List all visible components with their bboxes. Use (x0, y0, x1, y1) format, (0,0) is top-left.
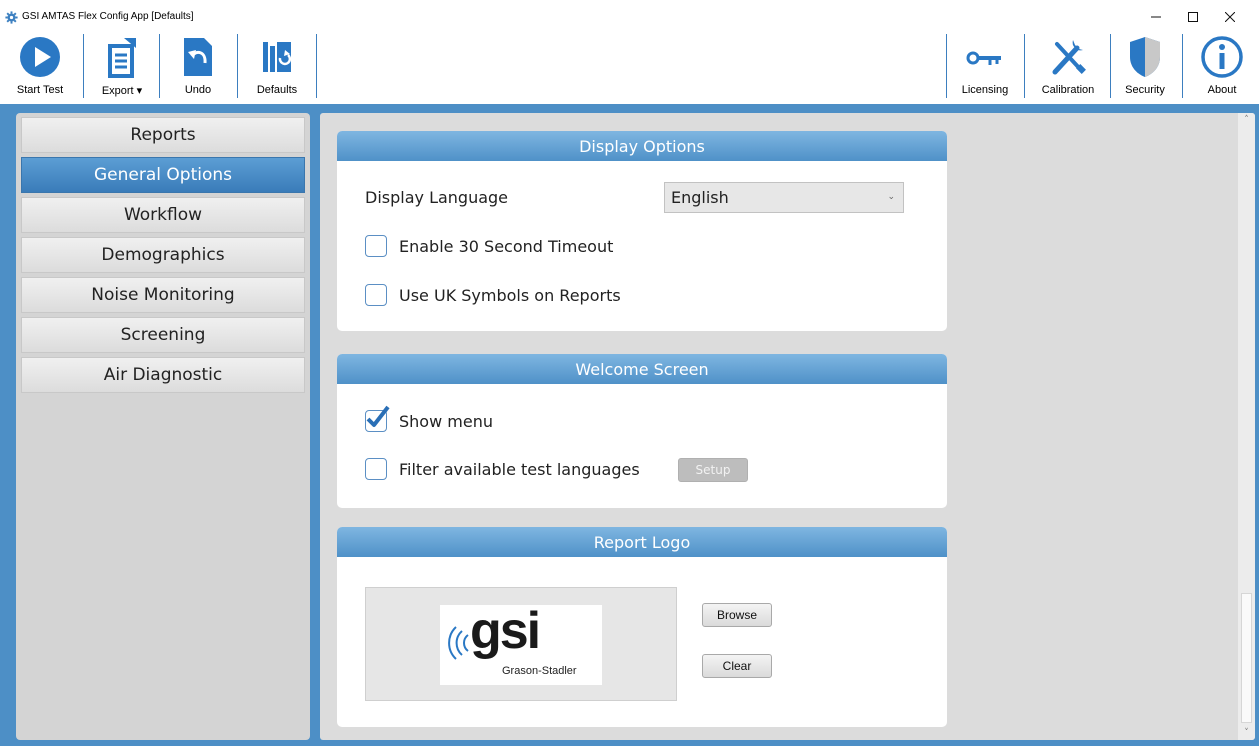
about-button[interactable]: About (1190, 32, 1254, 104)
toolbar-divider (159, 34, 160, 98)
start-test-label: Start Test (16, 84, 64, 96)
timeout-checkbox[interactable] (365, 235, 387, 257)
select-value: English (671, 188, 729, 207)
undo-label: Undo (184, 84, 212, 96)
toolbar: Start Test Export ▾ Undo Defaults Licens… (0, 32, 1259, 104)
tools-icon (1052, 40, 1086, 75)
setup-button[interactable]: Setup (678, 458, 748, 482)
maximize-button[interactable] (1179, 6, 1207, 28)
toolbar-divider (1182, 34, 1183, 98)
panel-header: Welcome Screen (337, 354, 947, 384)
sidebar-item-demographics[interactable]: Demographics (21, 237, 305, 273)
maximize-icon (1188, 12, 1198, 22)
vertical-scrollbar[interactable]: ˄ ˅ (1238, 113, 1255, 740)
filter-languages-label: Filter available test languages (399, 460, 640, 479)
export-icon (108, 38, 136, 78)
sidebar-item-noise-monitoring[interactable]: Noise Monitoring (21, 277, 305, 313)
about-label: About (1207, 84, 1237, 96)
uk-symbols-label: Use UK Symbols on Reports (399, 286, 621, 305)
display-language-label: Display Language (365, 188, 509, 207)
report-logo-panel: Report Logo gsi Grason-Stadler Browse Cl… (337, 527, 947, 727)
security-label: Security (1125, 84, 1165, 96)
calibration-label: Calibration (1041, 84, 1095, 96)
sidebar-item-workflow[interactable]: Workflow (21, 197, 305, 233)
undo-icon (184, 38, 212, 76)
scroll-up-icon[interactable]: ˄ (1238, 113, 1255, 127)
sidebar-item-reports[interactable]: Reports (21, 117, 305, 153)
close-button[interactable] (1216, 6, 1244, 28)
sidebar-item-general-options[interactable]: General Options (21, 157, 305, 193)
calibration-button[interactable]: Calibration (1030, 32, 1106, 104)
filter-languages-checkbox[interactable] (365, 458, 387, 480)
play-icon (20, 37, 60, 77)
content-pane: Display Options Display Language English… (320, 113, 1255, 740)
timeout-label: Enable 30 Second Timeout (399, 237, 614, 256)
show-menu-checkbox[interactable] (365, 405, 390, 432)
shield-icon (1130, 37, 1160, 77)
sidebar-item-air-diagnostic[interactable]: Air Diagnostic (21, 357, 305, 393)
sidebar: Reports General Options Workflow Demogra… (16, 113, 310, 740)
main-area: Reports General Options Workflow Demogra… (0, 104, 1259, 746)
export-button[interactable]: Export ▾ (88, 32, 156, 104)
info-icon (1201, 36, 1243, 78)
display-language-select[interactable]: English ⌄ (664, 182, 904, 213)
sidebar-item-screening[interactable]: Screening (21, 317, 305, 353)
toolbar-divider (946, 34, 947, 98)
minimize-button[interactable] (1142, 6, 1170, 28)
defaults-label: Defaults (256, 84, 298, 96)
panel-header: Display Options (337, 131, 947, 161)
display-options-panel: Display Options Display Language English… (337, 131, 947, 331)
toolbar-divider (1110, 34, 1111, 98)
checkmark-icon (366, 405, 390, 427)
logo-preview: gsi Grason-Stadler (365, 587, 677, 701)
undo-button[interactable]: Undo (166, 32, 230, 104)
gsi-logo: gsi Grason-Stadler (440, 602, 602, 685)
toolbar-divider (1024, 34, 1025, 98)
defaults-icon (263, 42, 292, 72)
toolbar-divider (237, 34, 238, 98)
window-title: GSI AMTAS Flex Config App [Defaults] (22, 11, 194, 22)
scroll-down-icon[interactable]: ˅ (1238, 726, 1255, 740)
gear-icon (5, 11, 18, 24)
panel-header: Report Logo (337, 527, 947, 557)
start-test-button[interactable]: Start Test (4, 32, 76, 104)
defaults-button[interactable]: Defaults (244, 32, 310, 104)
toolbar-divider (316, 34, 317, 98)
chevron-down-icon: ⌄ (887, 192, 895, 202)
scrollbar-thumb[interactable] (1241, 593, 1252, 723)
welcome-screen-panel: Welcome Screen Show menu Filter availabl… (337, 354, 947, 508)
show-menu-label: Show menu (399, 412, 493, 431)
security-button[interactable]: Security (1116, 32, 1174, 104)
uk-symbols-checkbox[interactable] (365, 284, 387, 306)
browse-button[interactable]: Browse (702, 603, 772, 627)
logo-subtext: Grason-Stadler (502, 665, 577, 677)
key-icon (966, 51, 1001, 65)
licensing-button[interactable]: Licensing (952, 32, 1018, 104)
logo-text: gsi (470, 602, 541, 660)
close-icon (1225, 12, 1235, 22)
export-label: Export ▾ (101, 85, 143, 97)
minimize-icon (1151, 16, 1161, 18)
title-bar: GSI AMTAS Flex Config App [Defaults] (0, 0, 1259, 32)
toolbar-divider (83, 34, 84, 98)
clear-button[interactable]: Clear (702, 654, 772, 678)
licensing-label: Licensing (961, 84, 1009, 96)
